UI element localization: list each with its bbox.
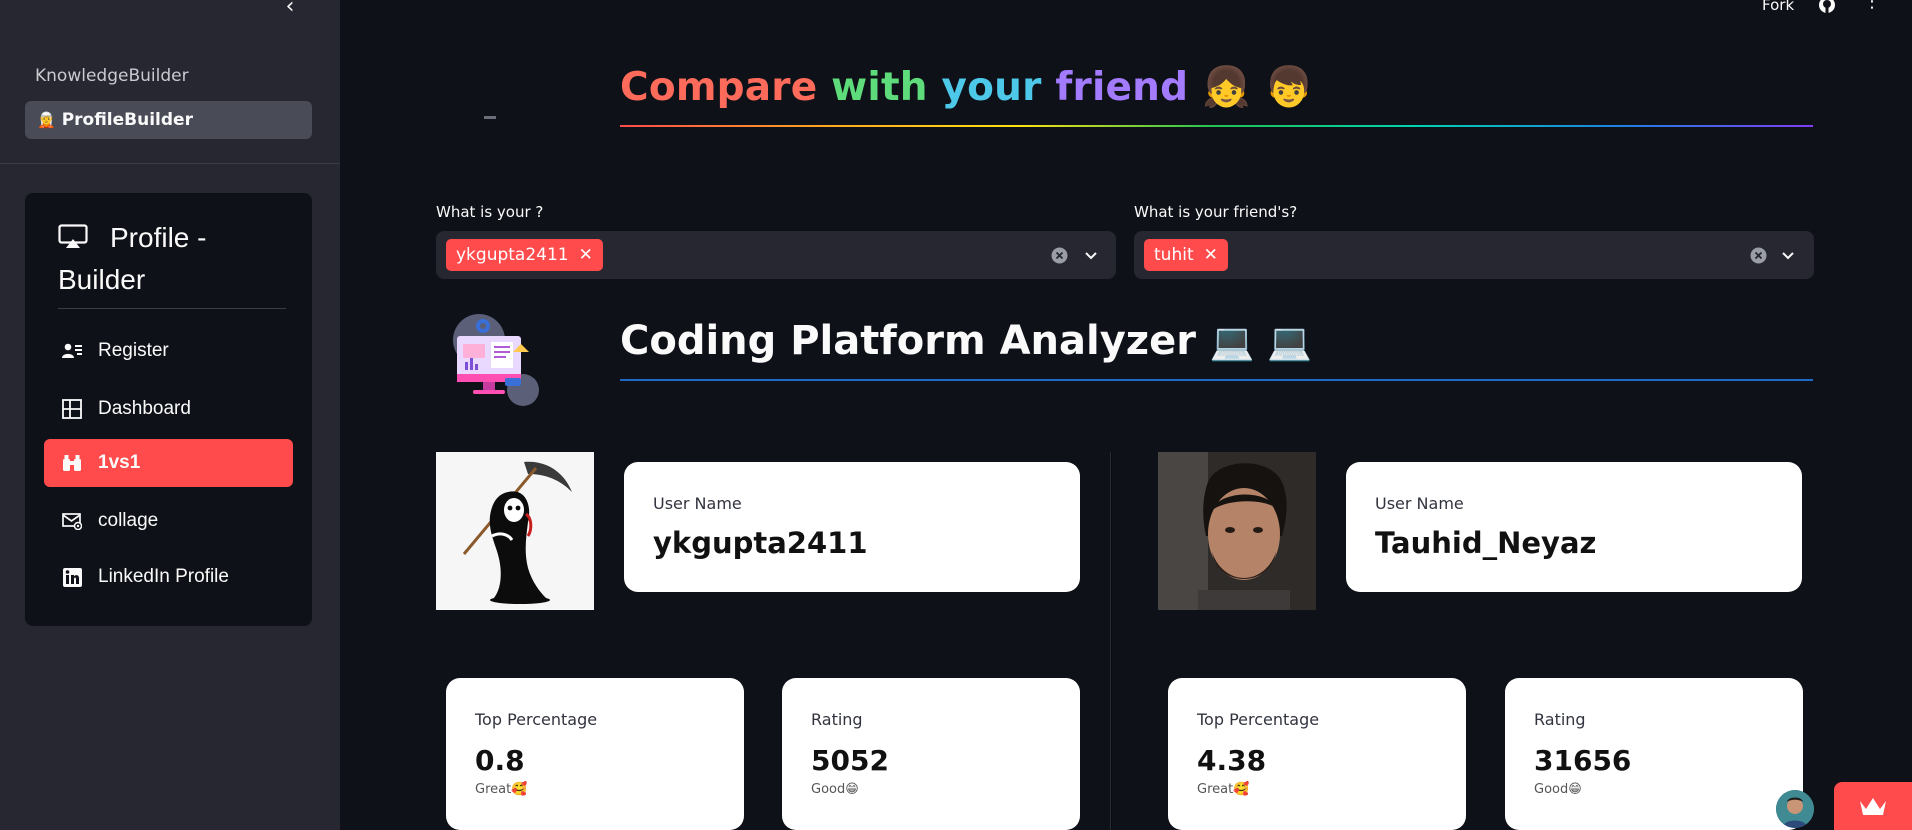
- analyzer-title-text: Coding Platform Analyzer: [620, 318, 1196, 364]
- selected-tag[interactable]: ykgupta2411 ✕: [446, 239, 603, 271]
- envelope-at-icon: [62, 511, 82, 531]
- menu-item-label: Register: [98, 340, 169, 361]
- image-placeholder-dash: [484, 116, 496, 119]
- github-icon[interactable]: [1817, 0, 1837, 14]
- username-card: User Name ykgupta2411: [624, 462, 1080, 592]
- top-percentage-card: Top Percentage 0.8 Great🥰: [446, 678, 744, 830]
- tag-label: ykgupta2411: [456, 245, 569, 265]
- person-avatar-icon: [1776, 790, 1814, 828]
- crown-icon: [1860, 798, 1886, 815]
- fork-button[interactable]: Fork: [1762, 0, 1794, 14]
- linkedin-icon: [62, 567, 82, 587]
- analyzer-illustration: [453, 314, 539, 406]
- tag-label: tuhit: [1154, 245, 1194, 265]
- sidebar: ‹ KnowledgeBuilder 🧝 ProfileBuilder Prof…: [0, 0, 340, 830]
- friend-handle-label: What is your friend's?: [1134, 203, 1298, 221]
- viewer-avatar[interactable]: [1776, 790, 1814, 828]
- title-word: with: [831, 65, 928, 110]
- menu-item-label: collage: [98, 510, 159, 531]
- title-word: your: [941, 65, 1042, 110]
- page-title: Compare with your friend 👧 👦: [620, 64, 1313, 110]
- menu-item-label: Dashboard: [98, 398, 191, 419]
- stat-value: 0.8: [475, 744, 525, 777]
- remove-tag-icon[interactable]: ✕: [579, 245, 593, 265]
- title-word: friend: [1055, 65, 1189, 110]
- stat-value: 31656: [1534, 744, 1632, 777]
- menu-item-label: LinkedIn Profile: [98, 566, 229, 587]
- stat-value: 4.38: [1197, 744, 1267, 777]
- elf-emoji-icon: 🧝: [37, 111, 56, 129]
- menu-title-text: Profile - Builder: [58, 222, 207, 295]
- sidebar-divider: [0, 163, 340, 164]
- title-word: Compare: [620, 65, 818, 110]
- app-link-profilebuilder[interactable]: 🧝 ProfileBuilder: [25, 101, 312, 139]
- menu-item-label: 1vs1: [98, 452, 141, 473]
- menu-item-register[interactable]: Register: [44, 327, 293, 375]
- binoculars-icon: [62, 453, 82, 473]
- menu-item-linkedin[interactable]: LinkedIn Profile: [44, 553, 293, 601]
- remove-tag-icon[interactable]: ✕: [1204, 245, 1218, 265]
- menu-title: Profile - Builder: [58, 217, 288, 301]
- kids-emoji-icon: 👧 👦: [1202, 65, 1314, 110]
- your-handle-multiselect[interactable]: ykgupta2411 ✕: [436, 231, 1116, 279]
- column-divider: [1110, 452, 1112, 830]
- stat-remark: Great🥰: [475, 782, 528, 797]
- stat-remark: Good😁: [1534, 782, 1582, 797]
- airplay-icon: [58, 224, 88, 248]
- stat-value: 5052: [811, 744, 889, 777]
- user-avatar: [436, 452, 594, 610]
- username-value: ykgupta2411: [653, 526, 868, 560]
- app-link-knowledgebuilder[interactable]: KnowledgeBuilder: [35, 66, 189, 86]
- selected-tag[interactable]: tuhit ✕: [1144, 239, 1228, 271]
- rainbow-divider: [620, 125, 1813, 127]
- menu-item-dashboard[interactable]: Dashboard: [44, 385, 293, 433]
- app-link-label: ProfileBuilder: [61, 110, 193, 130]
- your-handle-label: What is your ?: [436, 203, 544, 221]
- grim-reaper-avatar-icon: [436, 452, 594, 610]
- chevron-down-icon[interactable]: [1082, 246, 1100, 264]
- collapse-sidebar-button[interactable]: ‹: [280, 0, 300, 18]
- rating-card: Rating 5052 Good😁: [782, 678, 1080, 830]
- menu-item-1vs1[interactable]: 1vs1: [44, 439, 293, 487]
- stat-label: Rating: [811, 710, 863, 729]
- menu-separator: [58, 308, 286, 309]
- chevron-down-icon[interactable]: [1779, 246, 1797, 264]
- clear-icon[interactable]: [1051, 247, 1068, 264]
- analyzer-title: Coding Platform Analyzer 💻 💻: [620, 318, 1312, 364]
- person-lines-icon: [62, 341, 82, 361]
- blue-divider: [620, 379, 1813, 381]
- username-value: Tauhid_Neyaz: [1375, 526, 1597, 560]
- option-menu: Profile - Builder Register Dashboard 1vs…: [25, 193, 312, 626]
- grid-icon: [62, 399, 82, 419]
- username-card: User Name Tauhid_Neyaz: [1346, 462, 1802, 592]
- streamlit-crown-button[interactable]: [1834, 782, 1912, 830]
- stat-label: Rating: [1534, 710, 1586, 729]
- stat-label: Top Percentage: [1197, 710, 1320, 729]
- rating-card: Rating 31656 Good😁: [1505, 678, 1803, 830]
- user-avatar: [1158, 452, 1316, 610]
- laptop-emoji-icon: 💻 💻: [1209, 322, 1313, 363]
- menu-item-collage[interactable]: collage: [44, 497, 293, 545]
- top-percentage-card: Top Percentage 4.38 Great🥰: [1168, 678, 1466, 830]
- stat-remark: Good😁: [811, 782, 859, 797]
- stat-label: Top Percentage: [475, 710, 598, 729]
- main-menu-icon[interactable]: ⋮: [1863, 0, 1881, 14]
- username-label: User Name: [653, 494, 742, 513]
- clear-icon[interactable]: [1750, 247, 1767, 264]
- stat-remark: Great🥰: [1197, 782, 1250, 797]
- profile-photo-avatar-icon: [1158, 452, 1316, 610]
- username-label: User Name: [1375, 494, 1464, 513]
- friend-handle-multiselect[interactable]: tuhit ✕: [1134, 231, 1814, 279]
